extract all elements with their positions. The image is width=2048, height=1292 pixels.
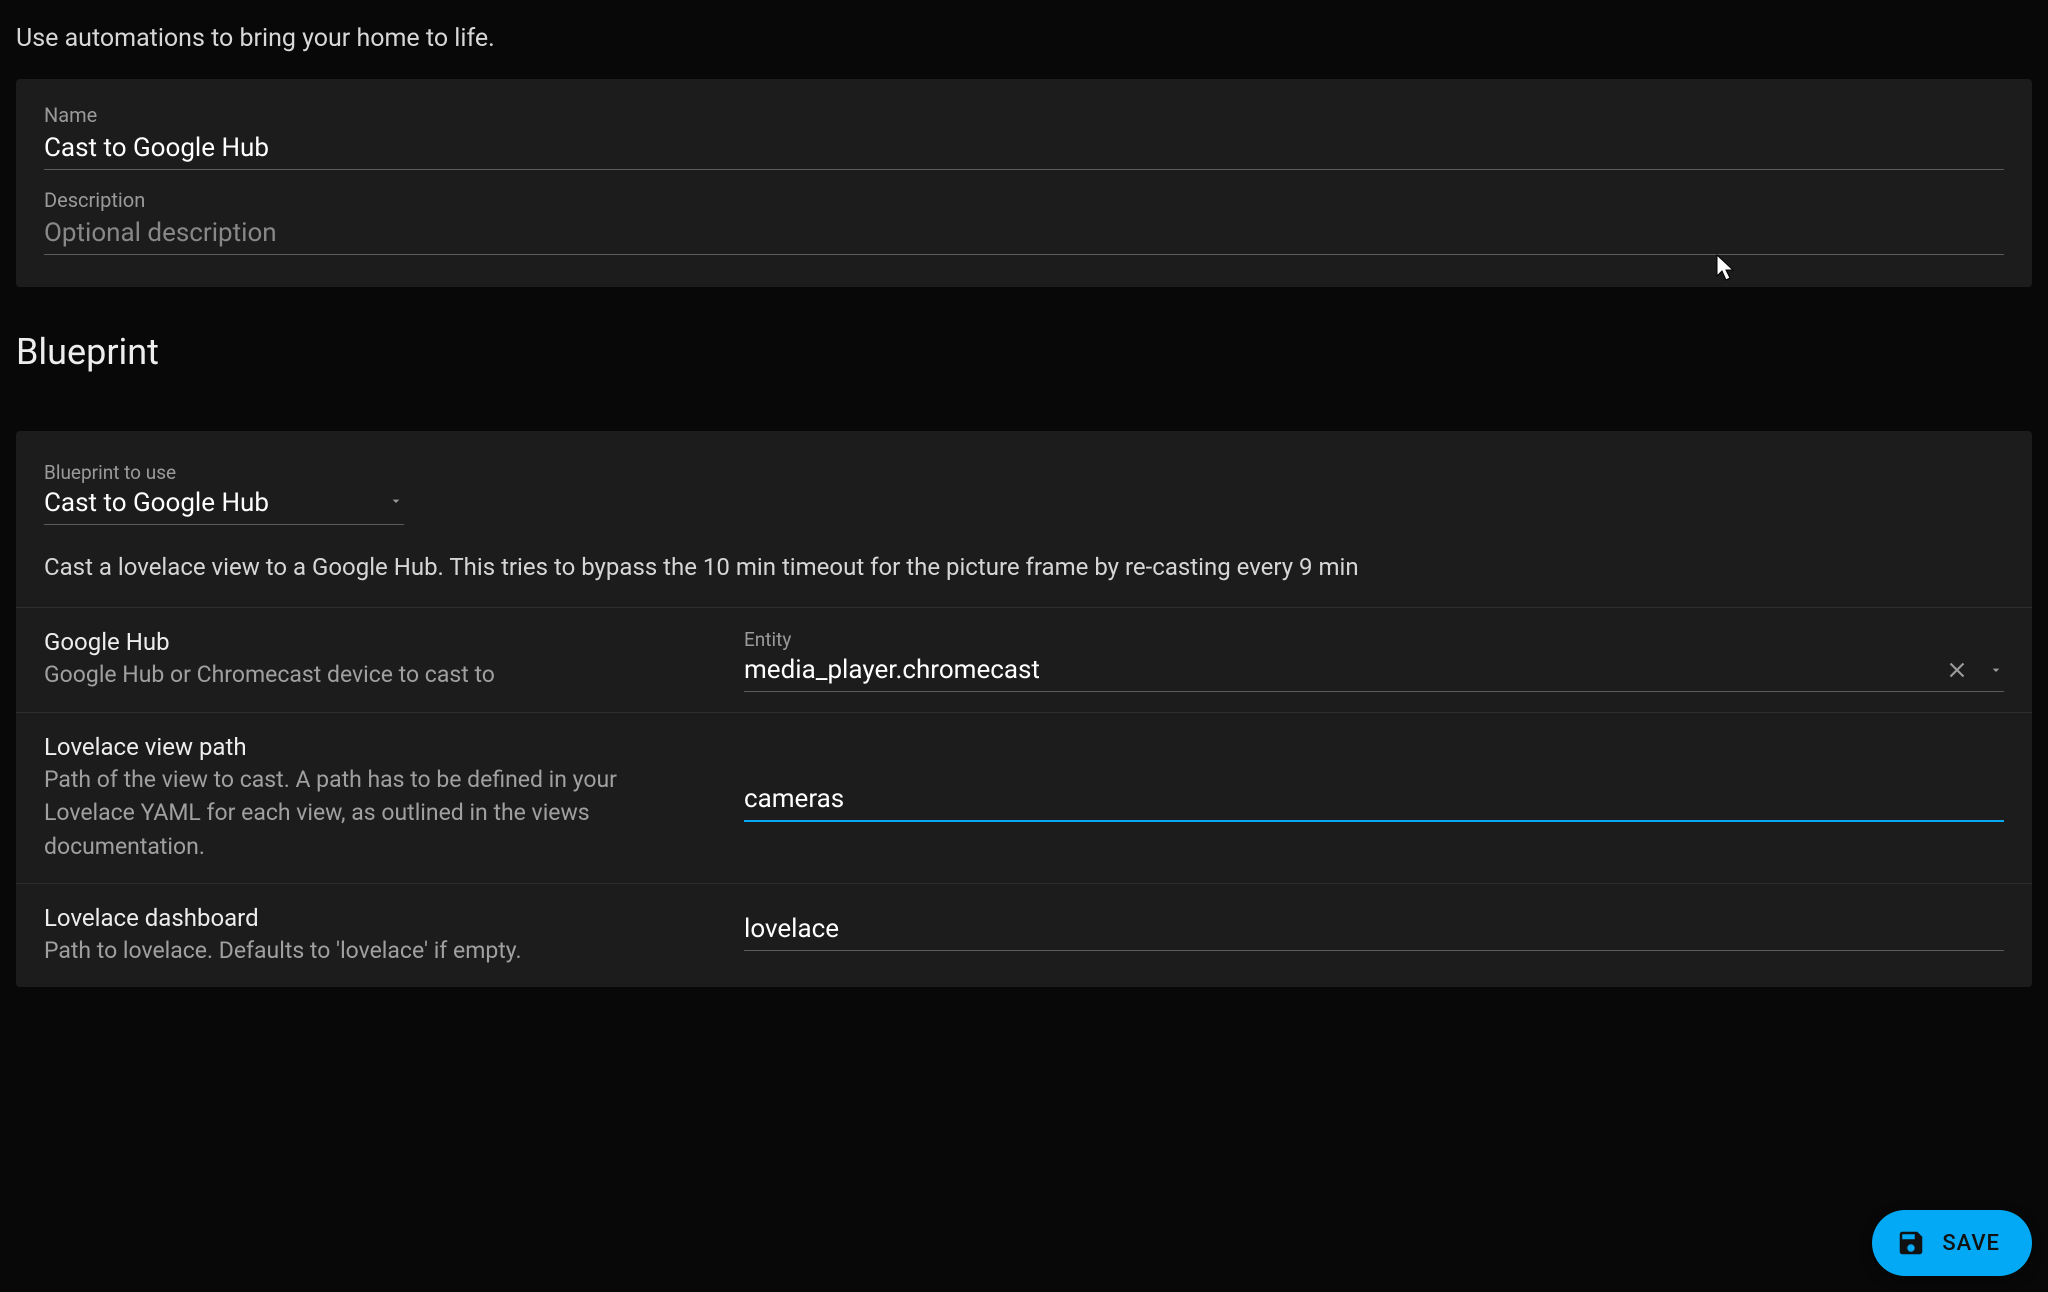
- row-view-path: Lovelace view path Path of the view to c…: [16, 712, 2032, 883]
- row-view-path-right: [744, 774, 2004, 822]
- row-google-hub-help: Google Hub or Chromecast device to cast …: [44, 658, 704, 691]
- name-label: Name: [44, 103, 2004, 127]
- row-view-path-help: Path of the view to cast. A path has to …: [44, 763, 704, 863]
- entity-icons: [1944, 657, 2004, 683]
- row-google-hub-right: Entity: [744, 628, 2004, 692]
- dashboard-input[interactable]: [744, 904, 2004, 951]
- entity-label: Entity: [744, 628, 2004, 651]
- entity-picker[interactable]: [744, 653, 2004, 692]
- blueprint-heading: Blueprint: [0, 287, 2048, 431]
- description-field-wrapper: Description: [44, 188, 2004, 255]
- intro-text: Use automations to bring your home to li…: [0, 16, 2048, 79]
- blueprint-card: Blueprint to use Cast to Google Hub Cast…: [16, 431, 2032, 987]
- blueprint-description: Cast a lovelace view to a Google Hub. Th…: [44, 553, 2004, 581]
- row-dashboard-help: Path to lovelace. Defaults to 'lovelace'…: [44, 934, 704, 967]
- blueprint-select-label: Blueprint to use: [44, 461, 2004, 484]
- clear-icon[interactable]: [1944, 657, 1970, 683]
- row-google-hub-title: Google Hub: [44, 628, 704, 656]
- row-dashboard: Lovelace dashboard Path to lovelace. Def…: [16, 883, 2032, 987]
- basic-info-card: Name Description: [16, 79, 2032, 287]
- entity-input[interactable]: [744, 655, 1944, 685]
- save-button[interactable]: SAVE: [1872, 1210, 2032, 1276]
- name-input[interactable]: [44, 131, 2004, 170]
- blueprint-select[interactable]: Cast to Google Hub: [44, 486, 404, 525]
- save-icon: [1896, 1228, 1926, 1258]
- blueprint-top: Blueprint to use Cast to Google Hub Cast…: [16, 431, 2032, 607]
- caret-down-icon: [388, 493, 404, 513]
- blueprint-select-value: Cast to Google Hub: [44, 488, 328, 518]
- row-dashboard-title: Lovelace dashboard: [44, 904, 704, 932]
- view-path-input[interactable]: [744, 774, 2004, 822]
- caret-down-icon[interactable]: [1988, 662, 2004, 678]
- description-label: Description: [44, 188, 2004, 212]
- row-dashboard-left: Lovelace dashboard Path to lovelace. Def…: [44, 904, 744, 967]
- name-field-wrapper: Name: [44, 103, 2004, 170]
- row-view-path-left: Lovelace view path Path of the view to c…: [44, 733, 744, 863]
- description-input[interactable]: [44, 216, 2004, 255]
- row-view-path-title: Lovelace view path: [44, 733, 704, 761]
- row-dashboard-right: [744, 904, 2004, 951]
- row-google-hub-left: Google Hub Google Hub or Chromecast devi…: [44, 628, 744, 691]
- save-label: SAVE: [1942, 1231, 2000, 1256]
- row-google-hub: Google Hub Google Hub or Chromecast devi…: [16, 607, 2032, 712]
